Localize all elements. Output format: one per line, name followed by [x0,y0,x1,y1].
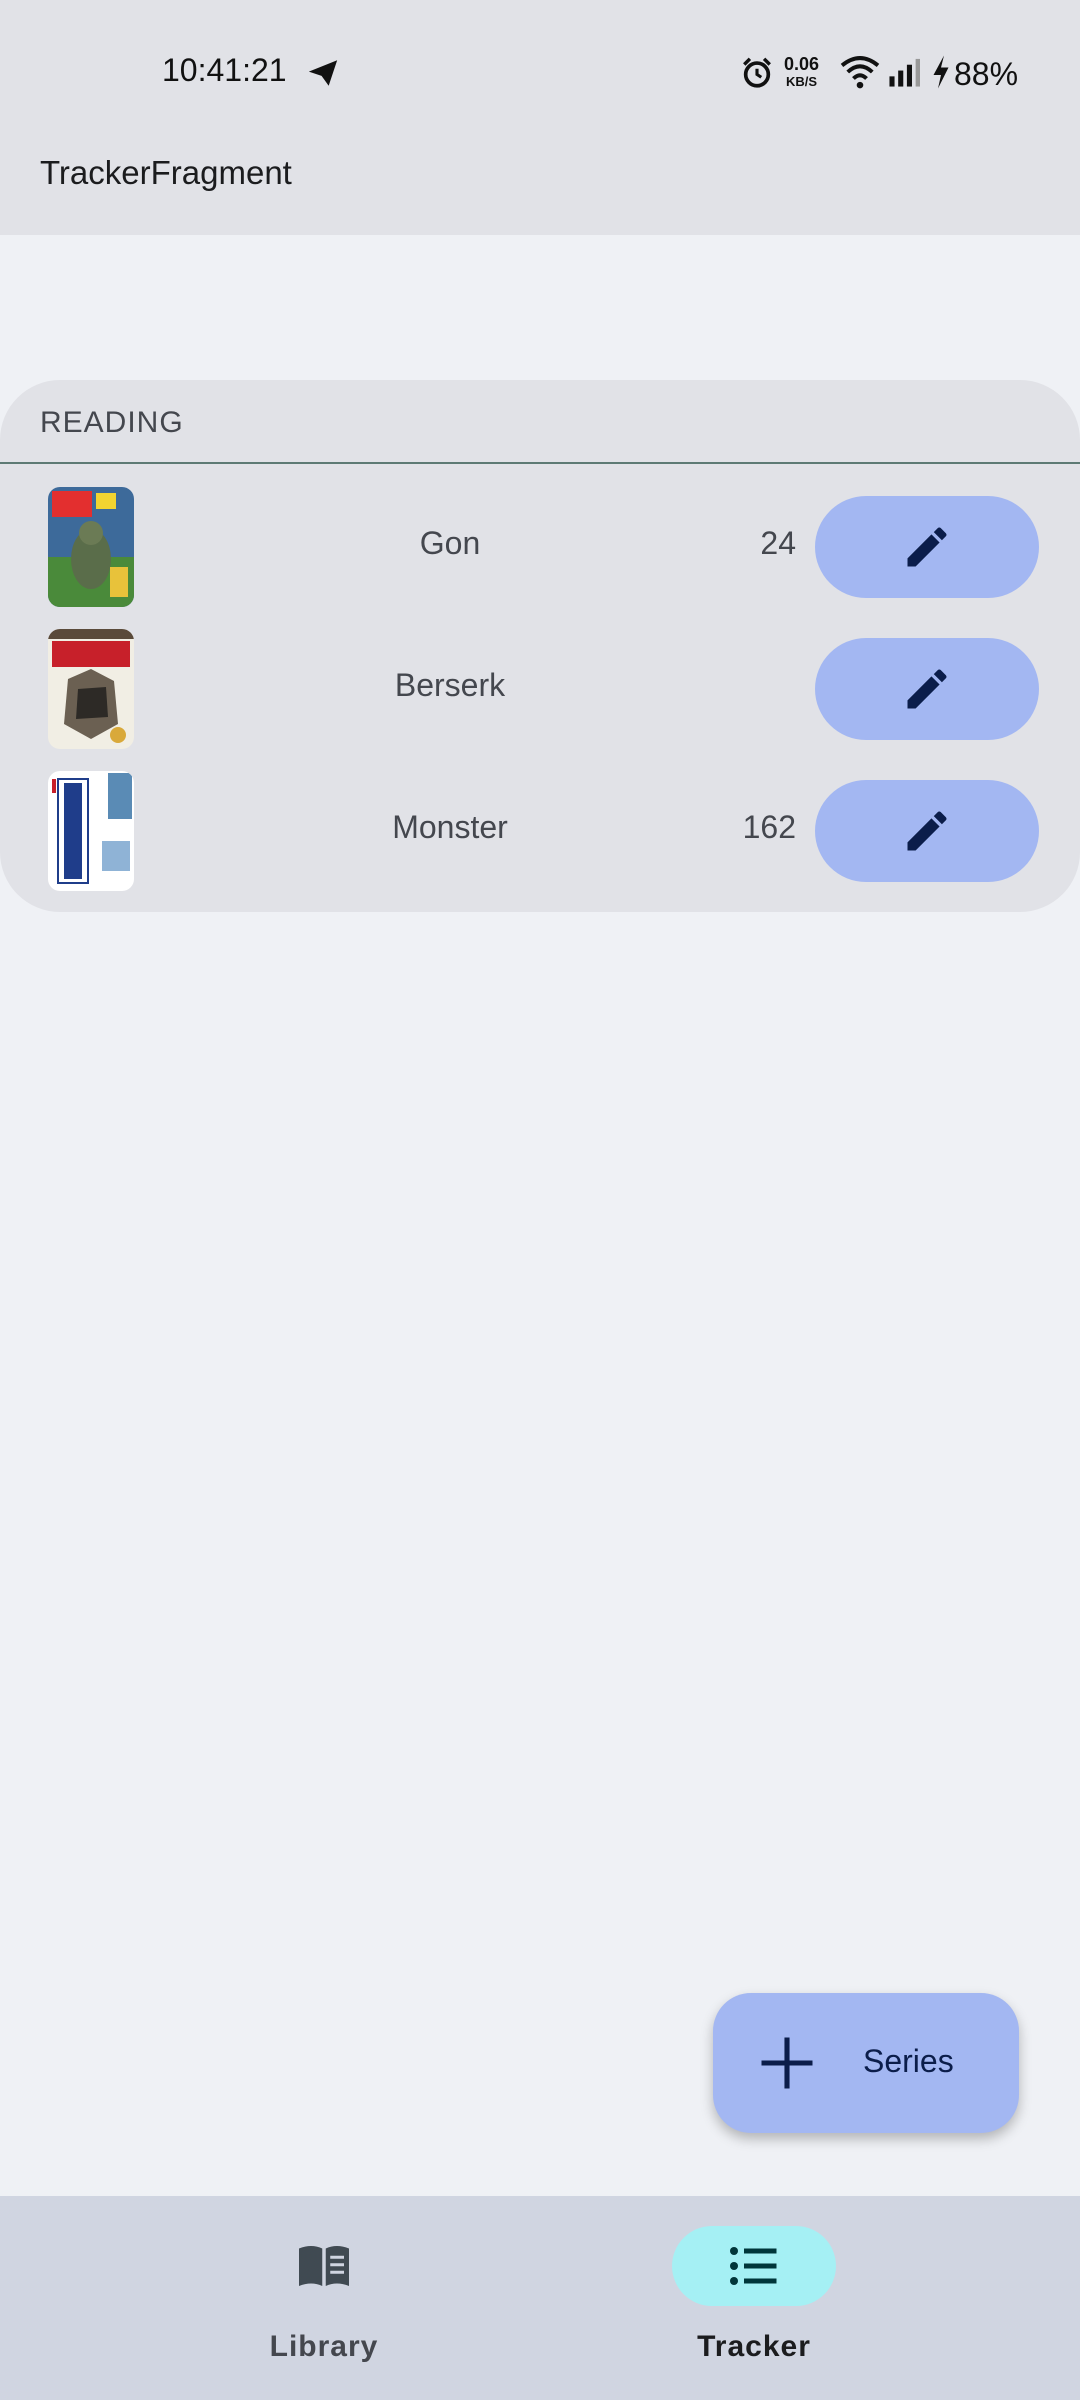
nav-label: Tracker [697,2330,811,2363]
monster-cover [48,771,134,891]
chapter-count: 24 [760,525,796,561]
net-speed-unit: KB/S [785,74,818,89]
berserk-cover [48,629,134,749]
list-item[interactable]: Berserk [0,629,1080,749]
nav-item-tracker[interactable]: Tracker [654,2226,854,2386]
nav-pill [242,2226,406,2306]
page-title: TrackerFragment [40,154,292,191]
series-title: Gon [419,525,481,561]
nav-label: Library [269,2330,379,2363]
status-icons: 0.06 KB/S 88% [740,50,1080,94]
list-icon [730,2247,777,2285]
pencil-icon [907,527,947,567]
net-speed-value: 0.06 [784,54,820,74]
fab-label: Series [863,2043,954,2079]
chapter-count: 162 [742,809,796,845]
status-time: 10:41:21 [162,52,287,88]
wifi-icon [840,56,880,89]
bottom-navigation: Library Tracker [0,2196,1080,2400]
send-icon [308,60,338,86]
book-icon [299,2246,349,2286]
nav-pill-selected [672,2226,836,2306]
charging-icon [933,55,949,89]
app-bar: TrackerFragment [0,140,1080,235]
add-series-button[interactable]: Series [713,1993,1019,2133]
section-header[interactable]: READING [40,406,184,440]
reading-section: READING Gon 24 Berserk Monster 162 [0,380,1080,912]
list-item[interactable]: Monster 162 [0,771,1080,891]
edit-button[interactable] [815,496,1039,598]
plus-icon [761,2037,813,2089]
net-speed: 0.06 KB/S [784,54,820,90]
status-bar: 10:41:21 0.06 KB/S 88% [0,0,1080,140]
edit-button[interactable] [815,638,1039,740]
series-title: Berserk [394,667,506,703]
signal-icon [889,58,920,87]
section-divider [0,462,1080,464]
alarm-icon [743,57,771,88]
battery-level: 88% [954,56,1019,92]
pencil-icon [907,669,947,709]
edit-button[interactable] [815,780,1039,882]
gon-cover [48,487,134,607]
list-item[interactable]: Gon 24 [0,487,1080,607]
nav-item-library[interactable]: Library [224,2226,424,2386]
series-title: Monster [392,809,508,845]
pencil-icon [907,811,947,851]
